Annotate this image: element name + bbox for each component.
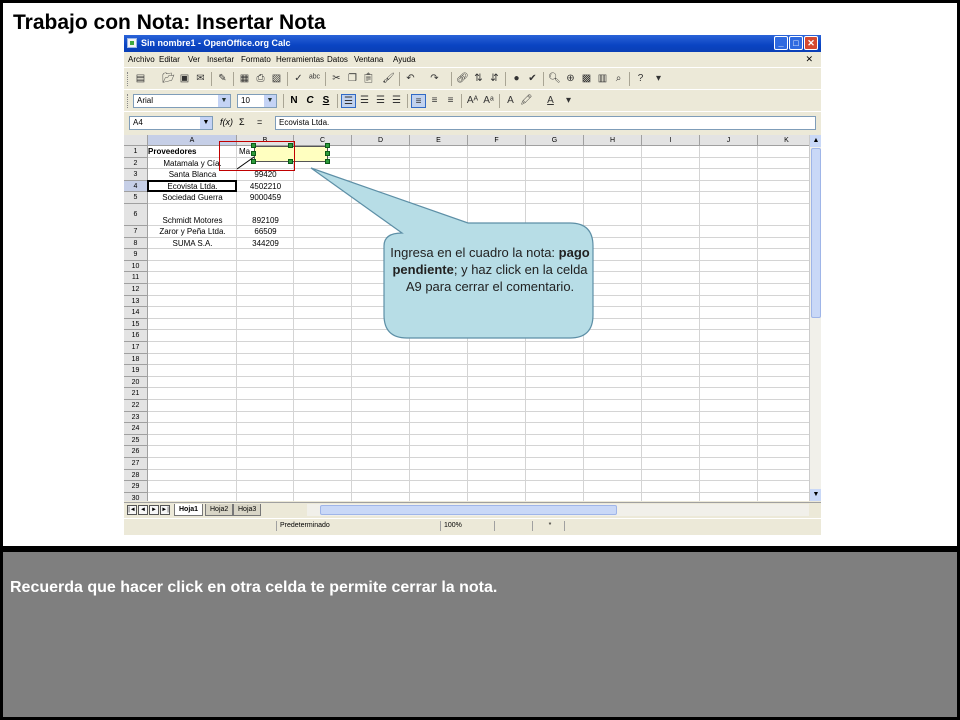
bottom-note: Recuerda que hacer click en otra celda t… [10,579,498,596]
callout-text-part: Ingresa en el cuadro la nota: [390,245,559,260]
callout-text: Ingresa en el cuadro la nota: pago pendi… [388,244,592,295]
slide-bottom-panel: Recuerda que hacer click en otra celda t… [3,552,957,717]
highlight-frame [219,141,295,171]
